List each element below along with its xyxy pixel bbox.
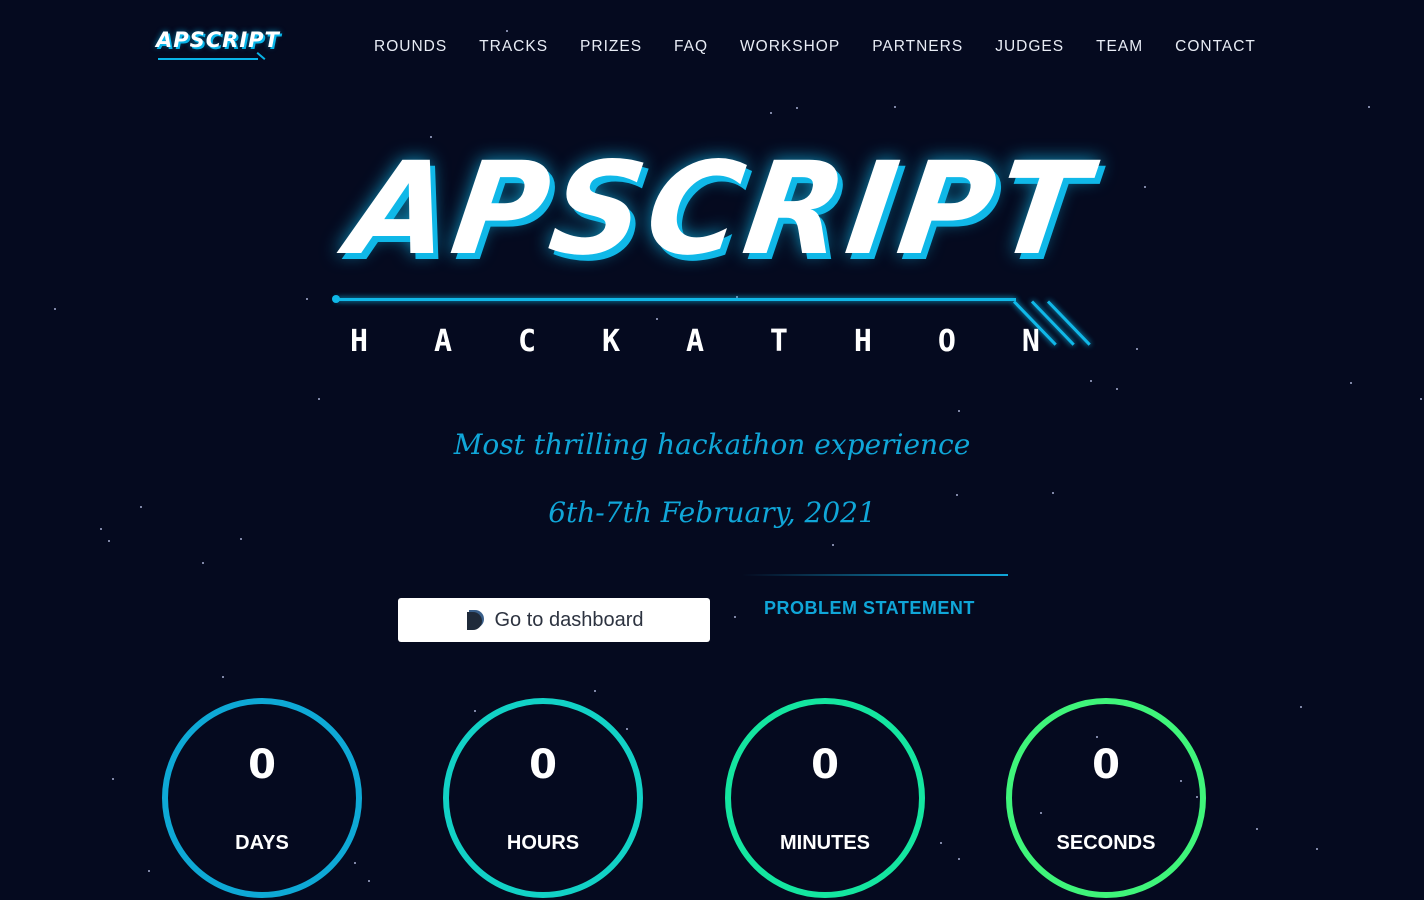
star xyxy=(958,410,960,412)
star xyxy=(1144,186,1146,188)
nav-item-prizes[interactable]: PRIZES xyxy=(580,38,642,58)
star xyxy=(506,30,508,32)
star xyxy=(734,616,736,618)
star xyxy=(796,107,798,109)
countdown-minutes: 0 MINUTES xyxy=(725,698,925,898)
countdown-days: 0 DAYS xyxy=(162,698,362,898)
countdown-minutes-label: MINUTES xyxy=(780,832,870,854)
event-date: 6th-7th February, 2021 xyxy=(548,496,876,529)
hero-subtitle-letter: K xyxy=(601,324,621,359)
star xyxy=(770,112,772,114)
star xyxy=(1090,380,1092,382)
hero-subtitle-letter: A xyxy=(685,324,704,359)
countdown-seconds-value: 0 xyxy=(1092,742,1120,788)
star xyxy=(940,842,942,844)
countdown-hours-label: HOURS xyxy=(506,832,580,854)
star xyxy=(318,398,320,400)
logo-text: APSCRIPT xyxy=(156,28,280,52)
star xyxy=(626,728,628,730)
star xyxy=(1116,388,1118,390)
hero-logo: APSCRIPT H A C K A T H O N xyxy=(320,135,1110,370)
star xyxy=(474,710,476,712)
go-to-dashboard-button[interactable]: Go to dashboard xyxy=(398,598,710,642)
hero-subtitle-letter: T xyxy=(769,324,788,359)
star xyxy=(958,858,960,860)
star xyxy=(354,862,356,864)
problem-statement-divider xyxy=(742,574,1008,576)
nav-item-partners[interactable]: PARTNERS xyxy=(872,38,963,58)
hero-subtitle-letter: C xyxy=(517,324,537,359)
star xyxy=(1350,382,1352,384)
star xyxy=(594,690,596,692)
star xyxy=(112,778,114,780)
hero-subtitle-letter: H xyxy=(350,324,369,359)
countdown-seconds: 0 SECONDS xyxy=(1006,698,1206,898)
star xyxy=(1368,106,1370,108)
hero-subtitle: H A C K A T H O N xyxy=(350,324,1040,359)
logo-underline xyxy=(158,58,258,60)
nav-item-faq[interactable]: FAQ xyxy=(674,38,708,58)
countdown-days-value: 0 xyxy=(248,742,276,788)
star xyxy=(1316,848,1318,850)
hero-subtitle-letter: N xyxy=(1021,324,1040,359)
star xyxy=(54,308,56,310)
star xyxy=(894,106,896,108)
star xyxy=(222,676,224,678)
nav-item-rounds[interactable]: ROUNDS xyxy=(374,38,447,58)
star xyxy=(1256,828,1258,830)
devfolio-icon xyxy=(465,609,485,631)
hero-title: APSCRIPT xyxy=(340,135,1100,284)
star xyxy=(148,870,150,872)
hero-subtitle-letter: O xyxy=(937,324,956,359)
nav-item-team[interactable]: TEAM xyxy=(1096,38,1143,58)
star xyxy=(832,544,834,546)
star xyxy=(240,538,242,540)
star xyxy=(306,298,308,300)
tagline: Most thrilling hackathon experience xyxy=(453,428,971,461)
star xyxy=(1420,398,1422,400)
dashboard-button-label: Go to dashboard xyxy=(494,608,644,631)
star xyxy=(368,880,370,882)
hero-subtitle-letter: A xyxy=(433,324,453,359)
hero-line xyxy=(336,298,1016,301)
star xyxy=(1300,706,1302,708)
nav-item-tracks[interactable]: TRACKS xyxy=(479,38,548,58)
countdown-seconds-label: SECONDS xyxy=(1056,832,1156,854)
countdown-hours: 0 HOURS xyxy=(443,698,643,898)
star xyxy=(202,562,204,564)
countdown-minutes-value: 0 xyxy=(811,742,839,788)
hero-subtitle-letter: H xyxy=(853,324,872,359)
nav-item-workshop[interactable]: WORKSHOP xyxy=(740,38,840,58)
countdown-hours-value: 0 xyxy=(529,742,557,788)
nav-item-contact[interactable]: CONTACT xyxy=(1175,38,1256,58)
problem-statement-link[interactable]: PROBLEM STATEMENT xyxy=(764,598,975,619)
star xyxy=(1052,492,1054,494)
star xyxy=(1136,348,1138,350)
nav-logo[interactable]: APSCRIPT xyxy=(156,28,279,64)
main-nav: ROUNDS TRACKS PRIZES FAQ WORKSHOP PARTNE… xyxy=(374,38,1256,58)
star xyxy=(108,540,110,542)
countdown-days-label: DAYS xyxy=(235,832,289,854)
nav-item-judges[interactable]: JUDGES xyxy=(995,38,1064,58)
